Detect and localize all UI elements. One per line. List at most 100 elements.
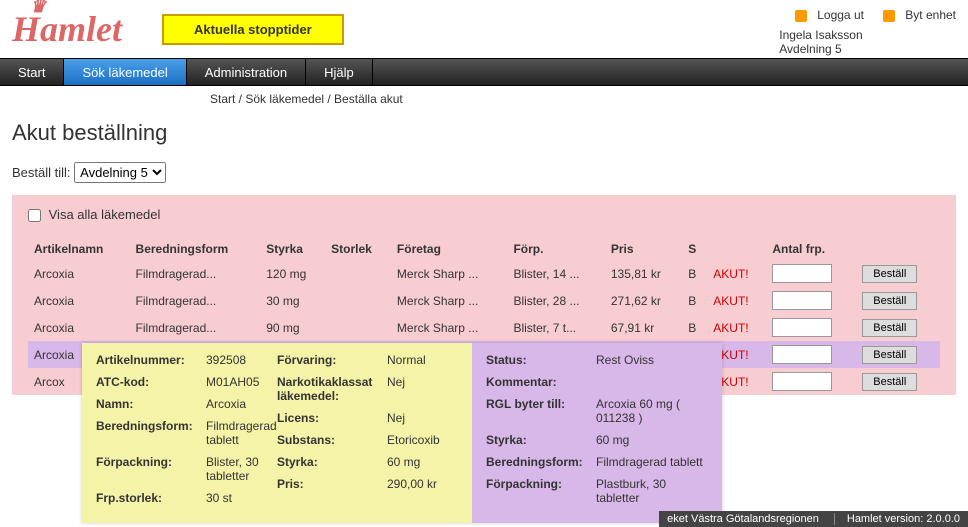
col-form: Beredningsform xyxy=(130,238,261,260)
order-button[interactable]: Beställ xyxy=(862,292,917,310)
lock-icon xyxy=(795,10,807,22)
namn-label: Namn: xyxy=(96,397,206,411)
status-value: Rest Oviss xyxy=(596,353,708,367)
order-to-label: Beställ till: xyxy=(12,165,71,180)
size-label: Frp.storlek: xyxy=(96,491,206,505)
footer: eket Västra Götalandsregionen Hamlet ver… xyxy=(659,511,968,527)
cell-form: Filmdragerad... xyxy=(130,287,261,314)
col-company: Företag xyxy=(391,238,508,260)
show-all-label: Visa alla läkemedel xyxy=(49,207,161,222)
col-pack: Förp. xyxy=(507,238,604,260)
col-qty: Antal frp. xyxy=(766,238,856,260)
qty-input[interactable] xyxy=(772,318,832,337)
cell-company: Merck Sharp ... xyxy=(391,314,508,341)
cell-strength: 30 mg xyxy=(260,287,325,314)
forv-label: Förvaring: xyxy=(277,353,387,367)
pris-label: Pris: xyxy=(277,477,387,491)
cell-pack: Blister, 7 t... xyxy=(507,314,604,341)
page-title: Akut beställning xyxy=(0,112,968,158)
nav-start[interactable]: Start xyxy=(0,59,64,85)
status-label: Status: xyxy=(486,353,596,367)
namn-value: Arcoxia xyxy=(206,397,277,411)
user-dept: Avdelning 5 xyxy=(779,42,956,56)
nav-search[interactable]: Sök läkemedel xyxy=(64,59,186,85)
cell-s: B xyxy=(682,260,707,287)
str-value: 60 mg xyxy=(387,455,458,469)
col-akut xyxy=(707,238,766,260)
user-name: Ingela Isaksson xyxy=(779,28,956,42)
nark-label: Narkotikaklassat läkemedel: xyxy=(277,375,387,403)
qty-input[interactable] xyxy=(772,345,832,364)
detail-yellow: Artikelnummer:392508 ATC-kod:M01AH05 Nam… xyxy=(82,343,472,523)
cell-pack: Blister, 14 ... xyxy=(507,260,604,287)
form-label: Beredningsform: xyxy=(96,419,206,447)
medication-panel: Visa alla läkemedel Artikelnamn Berednin… xyxy=(12,195,956,395)
table-row[interactable]: ArcoxiaFilmdragerad...90 mgMerck Sharp .… xyxy=(28,314,940,341)
cell-s: B xyxy=(682,287,707,314)
footer-version: Hamlet version: 2.0.0.0 xyxy=(834,513,960,525)
col-order xyxy=(856,238,940,260)
logout-link[interactable]: Logga ut xyxy=(787,8,864,22)
sub-label: Substans: xyxy=(277,433,387,447)
cell-price: 135,81 kr xyxy=(605,260,682,287)
qty-input[interactable] xyxy=(772,291,832,310)
navbar: Start Sök läkemedel Administration Hjälp xyxy=(0,58,968,86)
table-row[interactable]: ArcoxiaFilmdragerad...30 mg Merck Sharp .… xyxy=(28,287,940,314)
nav-admin[interactable]: Administration xyxy=(187,59,306,85)
nav-help[interactable]: Hjälp xyxy=(306,59,373,85)
lic-label: Licens: xyxy=(277,411,387,425)
cell-strength: 120 mg xyxy=(260,260,325,287)
table-row[interactable]: ArcoxiaFilmdragerad...120 mgMerck Sharp … xyxy=(28,260,940,287)
cell-akut: AKUT! xyxy=(707,260,766,287)
user-area: Logga ut Byt enhet Ingela Isaksson Avdel… xyxy=(779,8,956,56)
form-value: Filmdragerad tablett xyxy=(206,419,277,447)
forv-value: Normal xyxy=(387,353,458,367)
switch-unit-link[interactable]: Byt enhet xyxy=(875,8,956,22)
cell-size xyxy=(325,314,391,341)
pform-label: Beredningsform: xyxy=(486,455,596,469)
header: ♛ Hamlet Aktuella stopptider Logga ut By… xyxy=(0,0,968,58)
pstr-label: Styrka: xyxy=(486,433,596,447)
size-value: 30 st xyxy=(206,491,277,505)
cell-size xyxy=(325,287,391,314)
detail-purple: Status:Rest Oviss Kommentar: RGL byter t… xyxy=(472,343,722,523)
komm-value xyxy=(596,375,708,389)
sub-value: Etoricoxib xyxy=(387,433,458,447)
cell-name: Arcoxia xyxy=(28,260,130,287)
cell-company: Merck Sharp ... xyxy=(391,260,508,287)
artnr-label: Artikelnummer: xyxy=(96,353,206,367)
col-size: Storlek xyxy=(325,238,391,260)
lic-value: Nej xyxy=(387,411,458,425)
cell-s: B xyxy=(682,314,707,341)
col-name: Artikelnamn xyxy=(28,238,130,260)
pform-value: Filmdragerad tablett xyxy=(596,455,708,469)
detail-popup: Artikelnummer:392508 ATC-kod:M01AH05 Nam… xyxy=(82,343,722,523)
show-all-checkbox[interactable] xyxy=(28,209,41,222)
pris-value: 290,00 kr xyxy=(387,477,458,491)
stop-times-button[interactable]: Aktuella stopptider xyxy=(162,14,344,45)
crown-icon: ♛ xyxy=(30,0,46,17)
col-strength: Styrka xyxy=(260,238,325,260)
ppack-value: Plastburk, 30 tabletter xyxy=(596,477,708,505)
cell-form: Filmdragerad... xyxy=(130,314,261,341)
col-price: Pris xyxy=(605,238,682,260)
order-button[interactable]: Beställ xyxy=(862,346,917,364)
pack-value: Blister, 30 tabletter xyxy=(206,455,277,483)
qty-input[interactable] xyxy=(772,264,832,283)
cell-price: 67,91 kr xyxy=(605,314,682,341)
pack-label: Förpackning: xyxy=(96,455,206,483)
order-button[interactable]: Beställ xyxy=(862,319,917,337)
qty-input[interactable] xyxy=(772,372,832,391)
lock-icon xyxy=(883,10,895,22)
order-to-select[interactable]: Avdelning 5 xyxy=(74,162,166,183)
order-button[interactable]: Beställ xyxy=(862,265,917,283)
cell-company: Merck Sharp ... xyxy=(391,287,508,314)
order-button[interactable]: Beställ xyxy=(862,373,917,391)
atc-label: ATC-kod: xyxy=(96,375,206,389)
cell-size xyxy=(325,260,391,287)
rgl-label: RGL byter till: xyxy=(486,397,596,425)
komm-label: Kommentar: xyxy=(486,375,596,389)
str-label: Styrka: xyxy=(277,455,387,469)
cell-name: Arcoxia xyxy=(28,287,130,314)
show-all: Visa alla läkemedel xyxy=(28,207,940,222)
